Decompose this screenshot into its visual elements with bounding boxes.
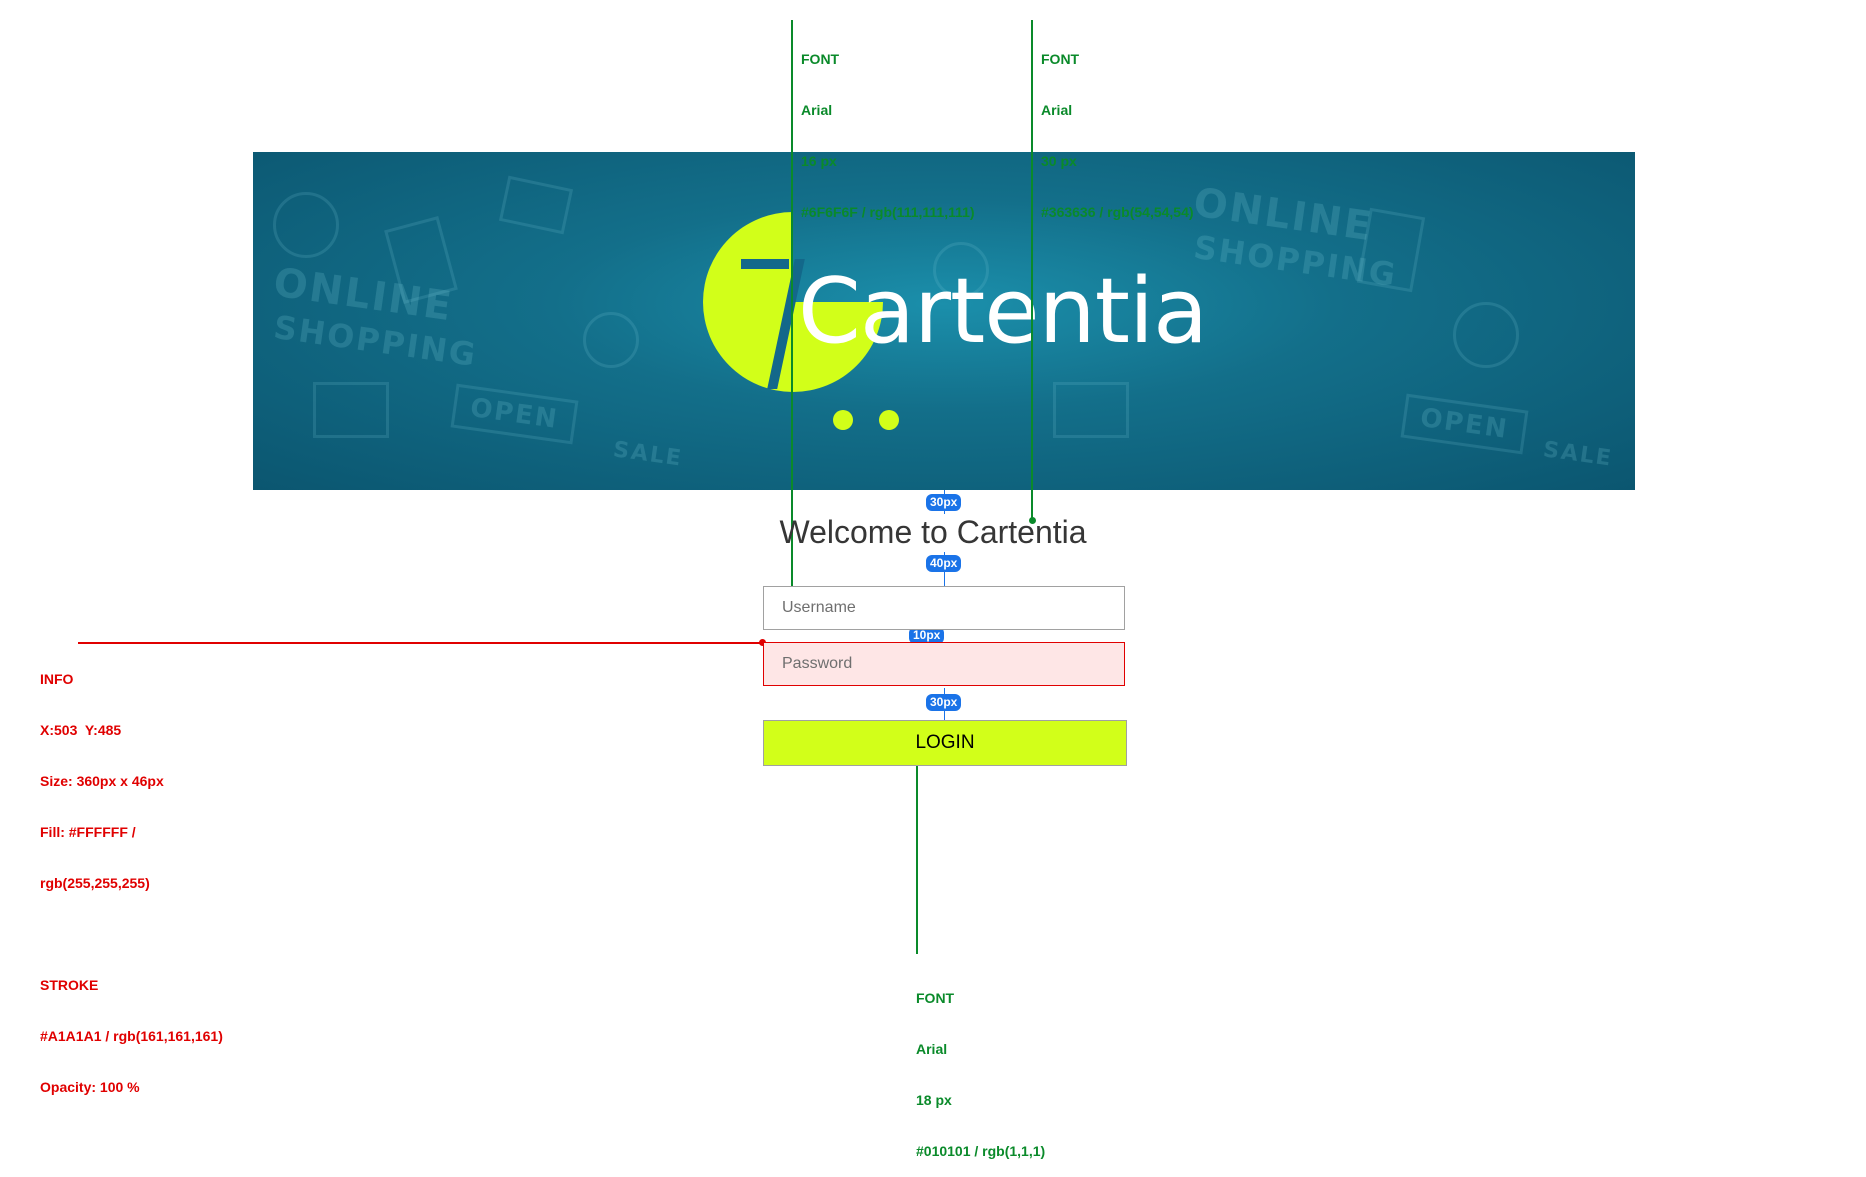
annotation-line: 18 px: [916, 1092, 952, 1108]
annotation-leader-line: [1031, 20, 1033, 520]
page-title: Welcome to Cartentia: [779, 514, 1087, 550]
logo-wordmark: Cartentia: [798, 259, 1208, 364]
annotation-line: #363636 / rgb(54,54,54): [1041, 204, 1194, 220]
annotation-line: STROKE: [40, 977, 99, 993]
annotation-line: INFO: [40, 671, 74, 687]
login-button[interactable]: LOGIN: [763, 720, 1127, 766]
annotation-line: Opacity: 100 %: [40, 1079, 140, 1095]
annotation-line: #6F6F6F / rgb(111,111,111): [801, 204, 975, 220]
annotation-leader-line: [916, 748, 918, 954]
annotation-leader-line: [78, 642, 762, 644]
doodle-word-sale: SALE: [611, 437, 685, 472]
annotation-line: FONT: [1041, 51, 1080, 67]
annotation-line: X:503 Y:485: [40, 722, 122, 738]
card-doodle-icon: [1356, 207, 1426, 293]
annotation-font-login: FONT Arial 18 px #010101 / rgb(1,1,1): [916, 956, 1045, 1177]
annotation-font-title: FONT Arial 30 px #363636 / rgb(54,54,54): [1041, 17, 1194, 238]
annotation-line: 30 px: [1041, 153, 1077, 169]
annotation-line: Arial: [801, 102, 833, 118]
annotation-line: [40, 926, 223, 943]
doodle-word-open: OPEN: [450, 383, 579, 445]
doodle-word-open-2: OPEN: [1400, 393, 1529, 455]
annotation-info: INFO X:503 Y:485 Size: 360px x 46px Fill…: [40, 637, 223, 1113]
annotation-line: FONT: [801, 51, 840, 67]
dollar-coin-doodle-icon: [583, 312, 639, 368]
annotation-line: #A1A1A1 / rgb(161,161,161): [40, 1028, 223, 1044]
spacing-badge: 40px: [926, 555, 962, 572]
annotation-line: Arial: [1041, 102, 1073, 118]
annotation-line: rgb(255,255,255): [40, 875, 150, 891]
cart-wheel-icon: [833, 410, 853, 430]
password-input[interactable]: [763, 642, 1125, 686]
annotation-font-username: FONT Arial 16 px #6F6F6F / rgb(111,111,1…: [801, 17, 975, 238]
annotation-line: Size: 360px x 46px: [40, 773, 164, 789]
coin-doodle-icon: [273, 192, 339, 258]
shop-sign-doodle-icon: [1053, 382, 1129, 438]
annotation-line: Arial: [916, 1041, 948, 1057]
annotation-line: #010101 / rgb(1,1,1): [916, 1143, 1046, 1159]
annotation-line: Fill: #FFFFFF /: [40, 824, 136, 840]
annotation-line: 16 px: [801, 153, 837, 169]
cart-doodle-icon: [498, 175, 574, 235]
annotation-line: FONT: [916, 990, 955, 1006]
spacing-badge: 30px: [926, 494, 962, 511]
username-input[interactable]: [763, 586, 1125, 630]
clock-doodle-icon: [1453, 302, 1519, 368]
spacing-badge: 30px: [926, 694, 962, 711]
doodle-word-sale-2: SALE: [1541, 437, 1615, 472]
cart-wheel-icon: [879, 410, 899, 430]
logo-hook-icon: [741, 259, 789, 269]
box-doodle-icon: [313, 382, 389, 438]
